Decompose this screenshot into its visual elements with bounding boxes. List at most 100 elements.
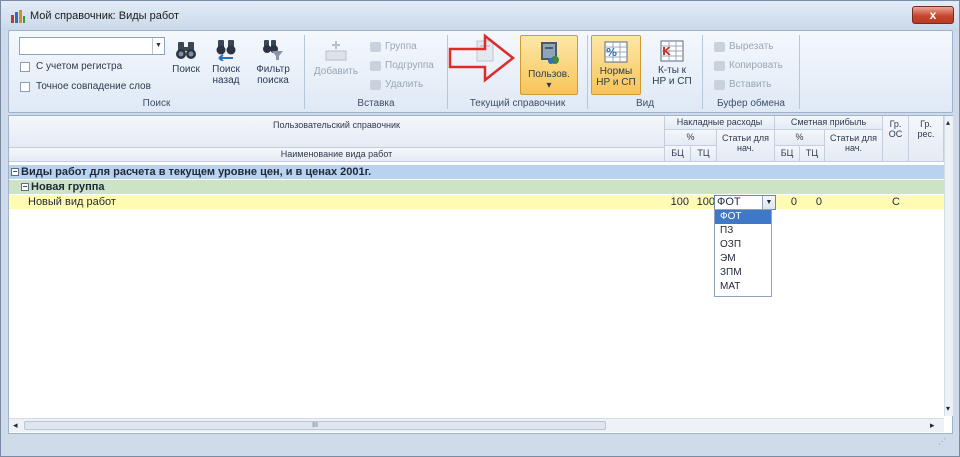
search-back-label-2: назад [212, 75, 240, 86]
work-types-grid: Пользовательский справочник Наименование… [8, 115, 953, 434]
dropdown-option[interactable]: ЗПМ [715, 266, 771, 280]
vertical-scrollbar[interactable]: ▴ ▾ [944, 116, 953, 416]
subgroup-button-label: Подгруппа [385, 60, 434, 71]
collapse-icon[interactable]: − [11, 168, 19, 176]
checkbox-exact[interactable] [20, 81, 30, 92]
group-row-level-1-label: Виды работ для расчета в текущем уровне … [21, 166, 372, 178]
coef-label-2: НР и СП [652, 76, 692, 87]
check-register[interactable]: С учетом регистра [20, 60, 122, 73]
add-button[interactable]: Добавить [311, 39, 361, 77]
scroll-down-icon[interactable]: ▾ [946, 404, 950, 413]
subgroup-icon [370, 60, 381, 71]
dropdown-option[interactable]: МАТ [715, 280, 771, 294]
search-button[interactable]: Поиск [169, 39, 203, 75]
table-row[interactable]: Новый вид работ 100 100 0 0 С [9, 195, 944, 209]
resize-grip-icon[interactable]: ⋰ [938, 437, 946, 446]
filter-search-button[interactable]: Фильтр поиска [252, 39, 294, 86]
user-reference-button[interactable]: Пользов. ▾ [520, 35, 578, 95]
cut-button-label: Вырезать [729, 41, 774, 52]
paste-icon [714, 79, 725, 90]
header-overhead: Накладные расходы [665, 116, 775, 130]
horizontal-scrollbar[interactable]: ◂ III ▸ [9, 418, 944, 432]
binoculars-back-icon [216, 40, 236, 61]
group-divider [799, 35, 800, 109]
close-button[interactable]: x [912, 6, 954, 24]
dropdown-option[interactable]: ФОТ [715, 210, 771, 224]
app-icon [11, 10, 25, 23]
coefficients-button[interactable]: K К-ты к НР и СП [647, 40, 697, 87]
header-gr-os: Гр. ОС [883, 116, 909, 162]
search-input[interactable]: ▼ [19, 37, 165, 55]
header-articles-2: Статьи для нач. [825, 130, 883, 162]
group-icon [370, 41, 381, 52]
norms-button[interactable]: % Нормы НР и СП [591, 35, 641, 95]
group-row-level-2-label: Новая группа [31, 181, 105, 193]
dropdown-option[interactable]: ОЗП [715, 238, 771, 252]
search-back-button[interactable]: Поиск назад [209, 39, 243, 86]
header-profit: Сметная прибыль [775, 116, 883, 130]
dropdown-arrow-icon[interactable]: ▼ [762, 196, 775, 209]
copy-button[interactable]: Копировать [714, 59, 783, 72]
user-reference-label: Пользов. [528, 69, 570, 80]
group-row-level-1[interactable]: − Виды работ для расчета в текущем уровне… [9, 165, 944, 179]
checkbox-register[interactable] [20, 61, 30, 72]
scroll-left-icon[interactable]: ◂ [13, 420, 18, 431]
header-percent-1: % [665, 130, 717, 146]
copy-icon [714, 60, 725, 71]
articles-editor-input[interactable]: ФОТ ▼ [714, 195, 776, 210]
group-row-level-2[interactable]: − Новая группа [9, 180, 944, 194]
header-bc-1: БЦ [665, 146, 691, 162]
check-register-label: С учетом регистра [36, 61, 123, 72]
search-group-caption: Поиск [142, 98, 171, 109]
group-button[interactable]: Группа [370, 40, 417, 53]
coefficient-table-icon: K [660, 40, 684, 62]
delete-button-label: Удалить [385, 79, 424, 90]
binoculars-filter-icon [263, 40, 283, 60]
coef-label-1: К-ты к [657, 65, 687, 76]
annotation-arrow-icon [448, 33, 516, 83]
work-name-cell[interactable]: Новый вид работ [28, 195, 116, 209]
cut-button[interactable]: Вырезать [714, 40, 773, 53]
group-button-label: Группа [385, 41, 417, 52]
chevron-down-icon[interactable]: ▼ [152, 38, 164, 54]
svg-text:%: % [606, 46, 617, 59]
scroll-up-icon[interactable]: ▴ [946, 118, 950, 127]
collapse-icon[interactable]: − [21, 183, 29, 191]
scissors-icon [714, 41, 725, 52]
dropdown-option[interactable]: ПЗ [715, 224, 771, 238]
delete-button[interactable]: Удалить [370, 78, 423, 91]
gr-os-cell[interactable]: С [892, 195, 900, 209]
paste-button-label: Вставить [729, 79, 772, 90]
articles-dropdown-list[interactable]: ФОТ ПЗ ОЗП ЭМ ЗПМ МАТ [714, 209, 772, 297]
norms-label-1: Нормы [599, 66, 633, 77]
dropdown-option[interactable]: ЭМ [715, 252, 771, 266]
paste-button[interactable]: Вставить [714, 78, 771, 91]
search-button-label: Поиск [172, 64, 200, 75]
user-book-icon [541, 42, 559, 64]
scroll-right-icon[interactable]: ▸ [930, 420, 935, 431]
copy-button-label: Копировать [729, 60, 783, 71]
title-bar: Мой справочник: Виды работ x [1, 1, 959, 31]
header-user-reference: Пользовательский справочник [9, 116, 665, 148]
header-percent-2: % [775, 130, 825, 146]
search-back-label-1: Поиск [212, 64, 240, 75]
view-group-caption: Вид [635, 98, 655, 109]
insert-group-caption: Вставка [357, 98, 395, 109]
clipboard-group-caption: Буфер обмена [717, 98, 785, 109]
header-articles-1: Статьи для нач. [717, 130, 775, 162]
subgroup-button[interactable]: Подгруппа [370, 59, 434, 72]
overhead-tc-cell[interactable]: 100 [691, 195, 715, 209]
norms-label-2: НР и СП [596, 77, 636, 88]
window-title: Мой справочник: Виды работ [30, 10, 180, 22]
check-exact[interactable]: Точное совпадение слов [20, 80, 151, 93]
overhead-bc-cell[interactable]: 100 [665, 195, 689, 209]
filter-label-1: Фильтр [256, 64, 290, 75]
profit-tc-cell[interactable]: 0 [800, 195, 822, 209]
check-exact-label: Точное совпадение слов [36, 81, 151, 92]
add-button-label: Добавить [313, 66, 359, 77]
articles-editor-value: ФОТ [717, 196, 741, 208]
profit-bc-cell[interactable]: 0 [775, 195, 797, 209]
horizontal-scroll-thumb[interactable]: III [24, 421, 606, 430]
percent-table-icon: % [604, 41, 628, 63]
chevron-down-icon[interactable]: ▾ [546, 80, 551, 91]
